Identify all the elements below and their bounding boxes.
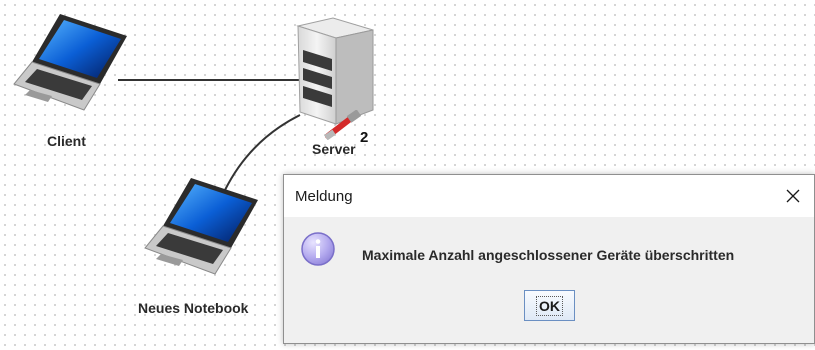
client-laptop-icon[interactable]	[12, 12, 130, 112]
ok-button[interactable]: OK	[524, 290, 575, 321]
ok-button-label: OK	[536, 295, 563, 316]
port-count-badge: 2	[360, 129, 369, 146]
close-icon	[786, 189, 800, 203]
info-icon	[301, 232, 335, 266]
dialog-titlebar[interactable]: Meldung	[284, 175, 814, 217]
message-dialog: Meldung Maximale Anzahl angeschlossener …	[283, 174, 815, 344]
notebook-label: Neues Notebook	[138, 300, 249, 316]
server-label: Server	[312, 141, 356, 157]
network-cable-icon	[324, 110, 362, 140]
dialog-title: Meldung	[295, 188, 353, 205]
close-button[interactable]	[772, 175, 814, 217]
notebook-laptop-icon[interactable]	[143, 176, 261, 276]
client-label: Client	[47, 133, 86, 149]
dialog-message: Maximale Anzahl angeschlossener Geräte ü…	[362, 247, 735, 263]
